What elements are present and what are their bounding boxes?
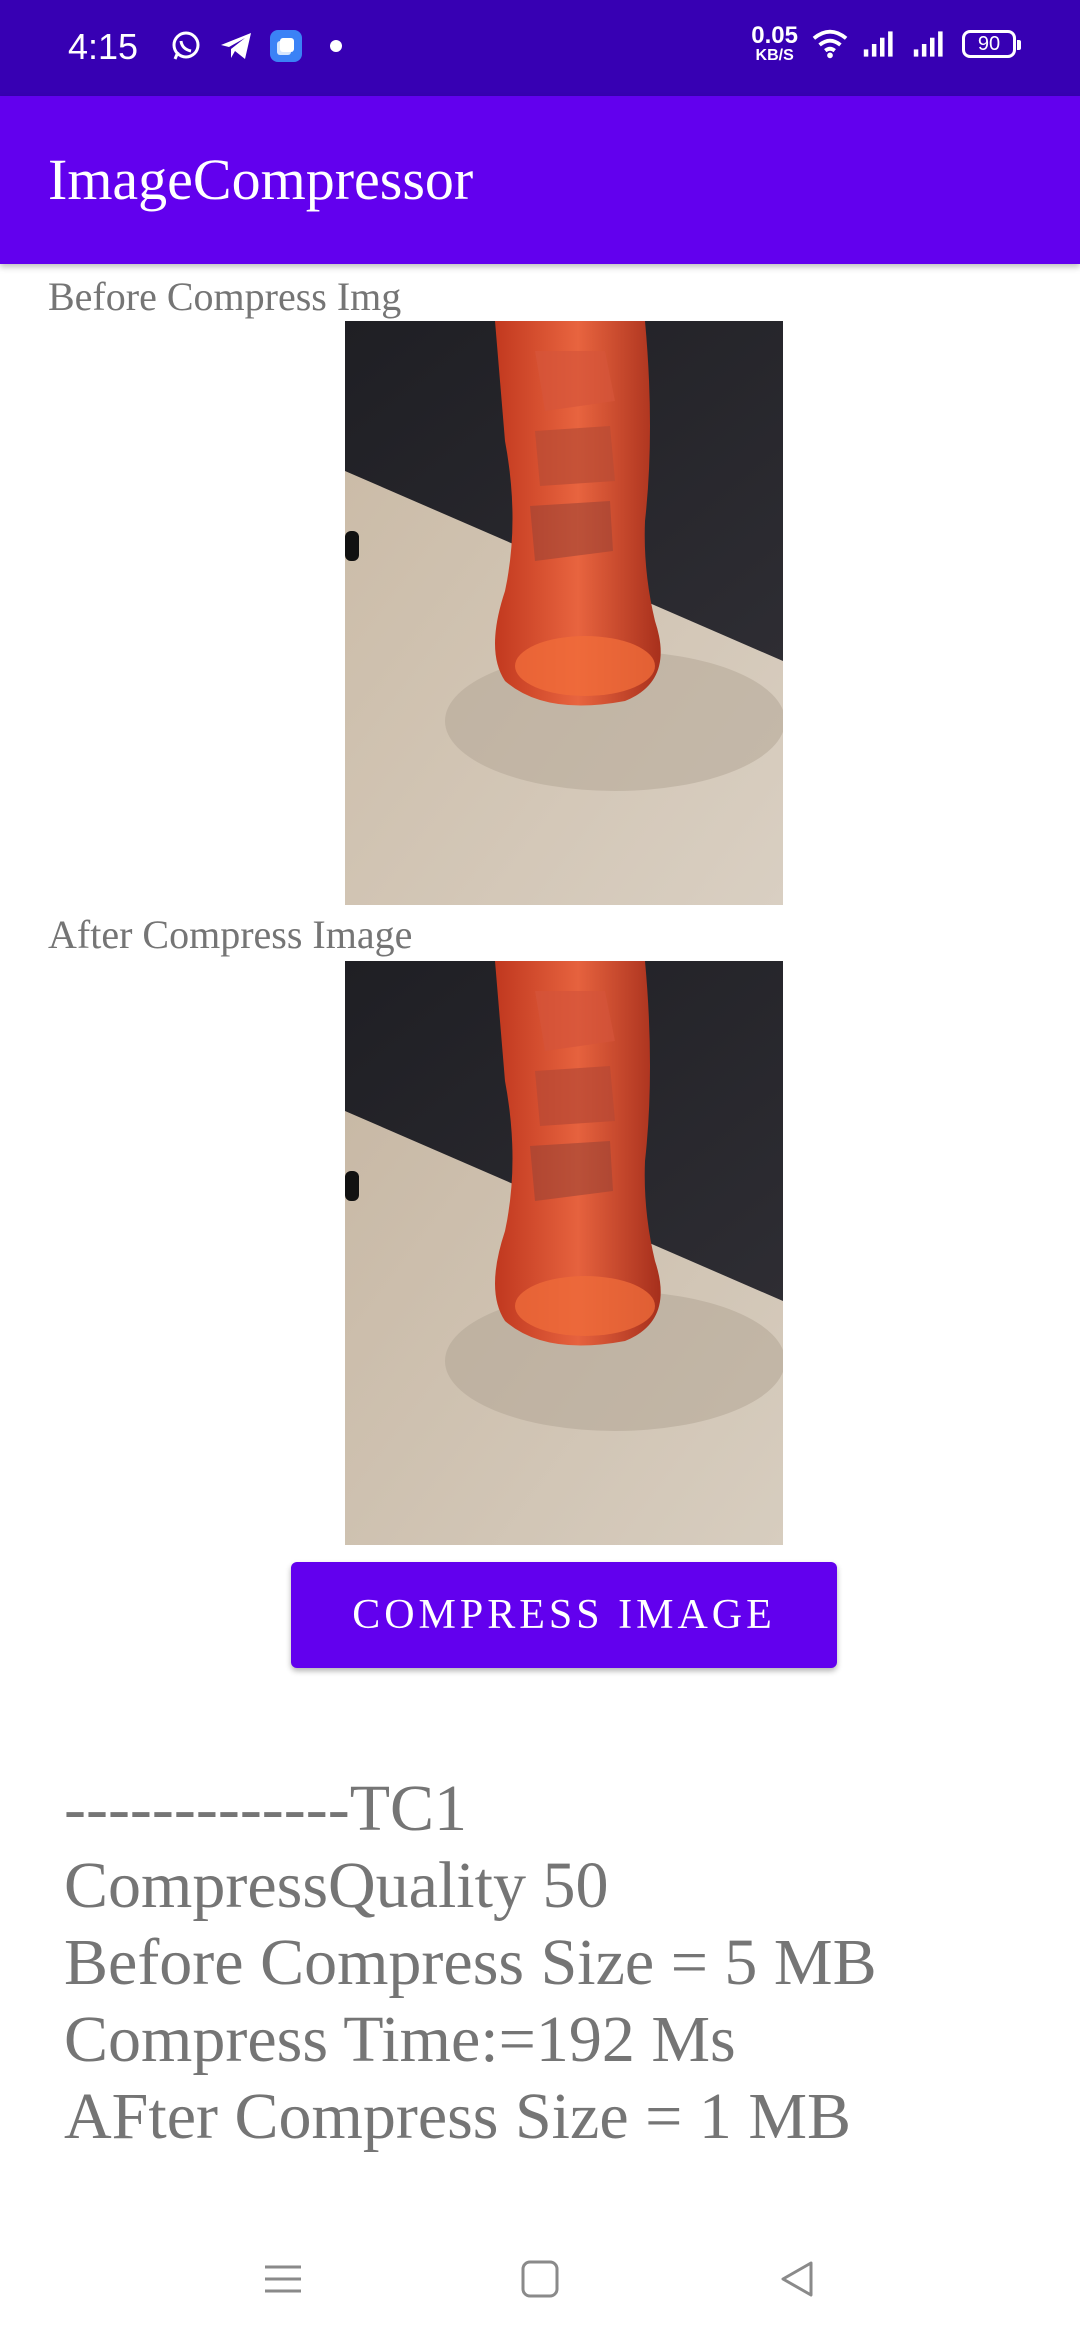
- signal-icon: [912, 26, 948, 62]
- net-speed-value: 0.05: [751, 22, 798, 49]
- before-label: Before Compress Img: [48, 274, 402, 319]
- result-line-tc: -------------TC1: [64, 1772, 468, 1845]
- whatsapp-icon: [168, 28, 204, 64]
- navigation-bar: [0, 2220, 1080, 2340]
- dot-icon: [318, 28, 354, 64]
- after-image: [345, 961, 783, 1545]
- result-line-time: Compress Time:=192 Ms: [64, 2003, 736, 2076]
- home-icon[interactable]: [515, 2254, 565, 2304]
- before-image: [345, 321, 783, 905]
- back-icon[interactable]: [772, 2254, 822, 2304]
- result-line-quality: CompressQuality 50: [64, 1849, 609, 1922]
- net-speed: 0.05 KB/S: [751, 24, 798, 64]
- app-bar: ImageCompressor: [0, 96, 1080, 264]
- status-bar: 4:15 0.05 KB/S 90: [0, 0, 1080, 96]
- result-line-before-size: Before Compress Size = 5 MB: [64, 1926, 877, 1999]
- notification-icons: [168, 28, 354, 64]
- telegram-icon: [218, 28, 254, 64]
- compress-image-button[interactable]: COMPRESS IMAGE: [291, 1562, 837, 1668]
- battery-indicator: 90: [962, 30, 1021, 58]
- status-time: 4:15: [68, 26, 139, 67]
- results-text: -------------TC1 CompressQuality 50 Befo…: [64, 1770, 877, 2155]
- wifi-icon: [812, 26, 848, 62]
- system-icons: 0.05 KB/S 90: [751, 24, 1021, 64]
- menu-icon[interactable]: [258, 2254, 308, 2304]
- net-speed-unit: KB/S: [755, 47, 794, 64]
- result-line-after-size: AFter Compress Size = 1 MB: [64, 2080, 852, 2153]
- signal-icon: [862, 26, 898, 62]
- after-label: After Compress Image: [48, 912, 413, 957]
- app-title: ImageCompressor: [48, 147, 474, 212]
- app-notification-icon: [268, 28, 304, 64]
